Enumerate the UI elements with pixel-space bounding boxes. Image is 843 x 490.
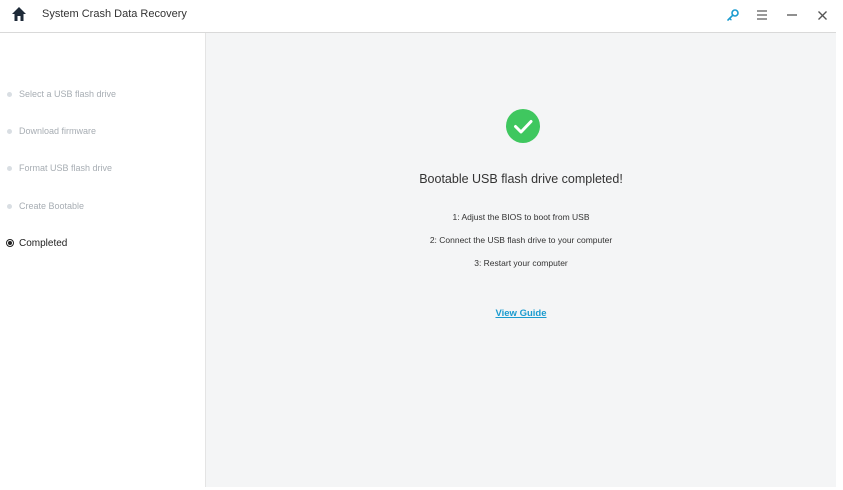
instruction-line: 3: Restart your computer — [474, 258, 568, 268]
completion-headline: Bootable USB flash drive completed! — [419, 172, 623, 186]
guide-link-wrap: View Guide — [206, 303, 836, 321]
step-dot-icon — [7, 203, 12, 209]
main-panel: Bootable USB flash drive completed! 1: A… — [206, 33, 836, 487]
steps-sidebar: Select a USB flash drive Download firmwa… — [0, 33, 206, 487]
step-label: Format USB flash drive — [19, 163, 113, 173]
instruction-line: 1: Adjust the BIOS to boot from USB — [452, 212, 590, 222]
step-completed: Completed — [6, 236, 67, 250]
step-dot-icon — [7, 91, 12, 97]
title-bar: System Crash Data Recovery — [0, 0, 836, 33]
view-guide-link[interactable]: View Guide — [495, 308, 546, 319]
app-title: System Crash Data Recovery — [42, 8, 187, 20]
step-select-usb: Select a USB flash drive — [6, 87, 116, 101]
current-step-radio-icon — [6, 239, 14, 247]
close-icon[interactable] — [811, 4, 833, 26]
menu-icon[interactable] — [751, 4, 773, 26]
step-download-firmware: Download firmware — [6, 124, 96, 138]
step-label: Download firmware — [19, 126, 97, 136]
minimize-icon[interactable] — [781, 4, 803, 26]
step-dot-icon — [7, 128, 12, 134]
step-format-usb: Format USB flash drive — [6, 161, 112, 175]
step-label: Create Bootable — [19, 201, 85, 211]
step-create-bootable: Create Bootable — [6, 199, 84, 213]
step-label: Completed — [19, 237, 68, 249]
check-circle-icon — [506, 109, 540, 143]
instruction-line: 2: Connect the USB flash drive to your c… — [429, 235, 613, 245]
key-icon[interactable] — [722, 4, 744, 26]
step-dot-icon — [7, 165, 12, 171]
step-label: Select a USB flash drive — [19, 89, 117, 99]
home-icon[interactable] — [11, 6, 27, 24]
